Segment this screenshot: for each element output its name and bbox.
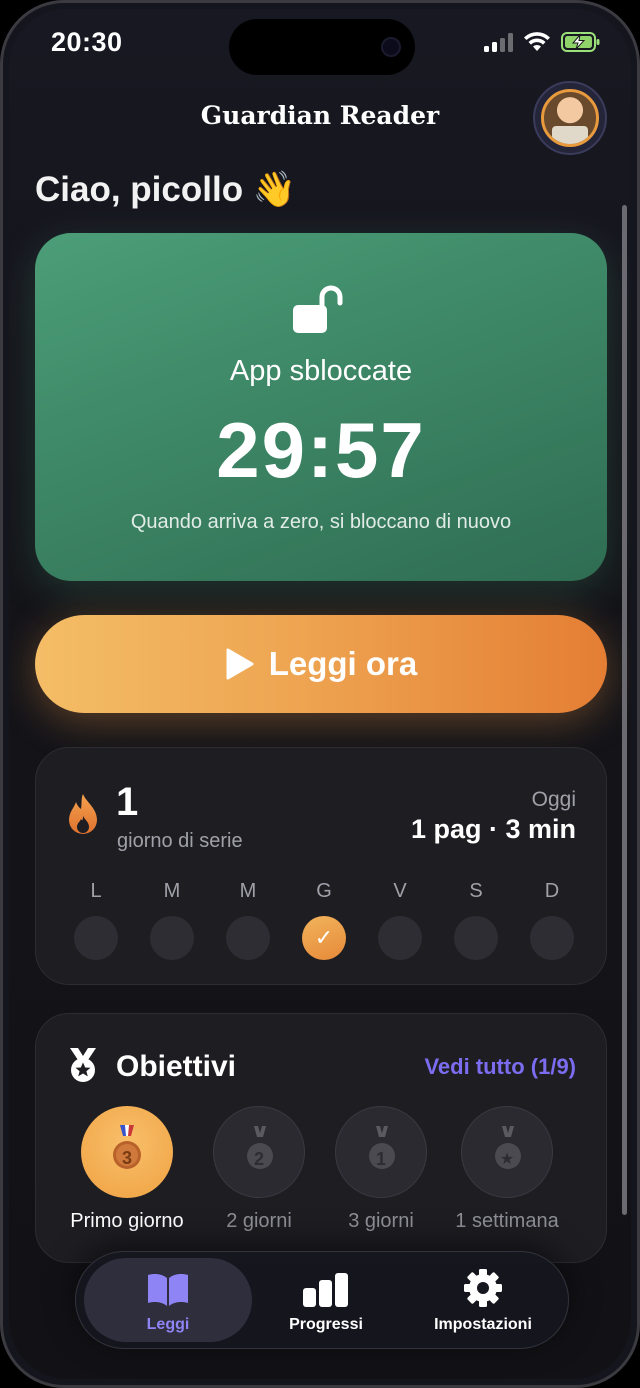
tab-label: Impostazioni — [434, 1316, 532, 1333]
bar-chart-icon — [303, 1273, 348, 1307]
day-letter: M — [163, 880, 181, 902]
see-all-goals-link[interactable]: Vedi tutto (1/9) — [424, 1054, 576, 1080]
day-item: L — [74, 880, 118, 960]
badge-one-week[interactable]: ★ 1 settimana — [442, 1106, 572, 1233]
greeting: Ciao, picollo 👋 — [35, 170, 297, 209]
unlock-card: App sbloccate 29:57 Quando arriva a zero… — [35, 233, 607, 581]
medal-icon — [70, 1048, 96, 1082]
streak-card: 1 giorno di serie Oggi 1 pag · 3 min L M… — [35, 747, 607, 985]
scrollbar[interactable] — [622, 205, 627, 1215]
goals-card: Obiettivi Vedi tutto (1/9) 3 Primo giorn… — [35, 1013, 607, 1263]
unlock-timer: 29:57 — [216, 406, 426, 494]
badge-two-days[interactable]: 2 2 giorni — [194, 1106, 324, 1233]
badge-three-days[interactable]: 1 3 giorni — [316, 1106, 446, 1233]
week-tracker: L M M G ✓ V S D — [74, 880, 574, 960]
tab-progress[interactable]: Progressi — [246, 1258, 406, 1342]
badge-label: 3 giorni — [348, 1210, 414, 1232]
day-item: G ✓ — [302, 880, 346, 960]
day-dot — [378, 916, 422, 960]
badge-circle: ★ — [461, 1106, 553, 1198]
day-dot-completed: ✓ — [302, 916, 346, 960]
cellular-signal-icon — [484, 32, 513, 52]
day-letter: M — [239, 880, 257, 902]
unlock-hint: Quando arriva a zero, si bloccano di nuo… — [130, 511, 512, 533]
avatar-photo — [541, 89, 599, 147]
day-letter: L — [90, 880, 102, 902]
badge-number: 3 — [121, 1148, 132, 1168]
app-screen: 20:30 Guardian Reader Ciao, picollo 👋 Ap… — [9, 9, 631, 1379]
status-time: 20:30 — [51, 27, 123, 57]
flame-icon — [69, 794, 97, 834]
day-item: M — [226, 880, 270, 960]
phone-frame: 20:30 Guardian Reader Ciao, picollo 👋 Ap… — [0, 0, 640, 1388]
day-letter: V — [393, 880, 407, 902]
day-dot — [454, 916, 498, 960]
day-dot — [226, 916, 270, 960]
badge-first-day[interactable]: 3 Primo giorno — [62, 1106, 192, 1233]
badge-circle: 1 — [335, 1106, 427, 1198]
profile-avatar[interactable] — [533, 81, 607, 155]
badge-label: 1 settimana — [455, 1210, 559, 1232]
day-dot — [530, 916, 574, 960]
streak-label: giorno di serie — [117, 830, 243, 852]
day-dot — [150, 916, 194, 960]
goals-title: Obiettivi — [116, 1050, 237, 1083]
today-value: 1 pag · 3 min — [410, 814, 576, 844]
dynamic-island — [229, 19, 415, 75]
day-item: S — [454, 880, 498, 960]
read-now-label: Leggi ora — [268, 645, 418, 682]
wifi-icon — [524, 32, 550, 51]
day-item: M — [150, 880, 194, 960]
badge-label: Primo giorno — [70, 1210, 184, 1232]
tab-label: Progressi — [289, 1316, 363, 1333]
tab-read[interactable]: Leggi — [84, 1258, 252, 1342]
badge-circle: 2 — [213, 1106, 305, 1198]
day-item: V — [378, 880, 422, 960]
tab-settings[interactable]: Impostazioni — [408, 1258, 558, 1342]
battery-charging-icon — [561, 32, 600, 52]
book-icon — [148, 1274, 188, 1306]
day-letter: S — [469, 880, 483, 902]
day-item: D — [530, 880, 574, 960]
badge-number: 1 — [375, 1149, 386, 1169]
tab-bar: Leggi Progressi Impostazioni — [75, 1251, 569, 1349]
read-now-button[interactable]: Leggi ora — [35, 615, 607, 713]
streak-count: 1 — [116, 780, 139, 824]
badge-number: ★ — [499, 1151, 515, 1168]
today-label: Oggi — [531, 788, 576, 811]
day-dot — [74, 916, 118, 960]
unlock-label: App sbloccate — [229, 355, 413, 387]
badge-circle: 3 — [81, 1106, 173, 1198]
day-letter: D — [544, 880, 560, 902]
badge-number: 2 — [253, 1149, 264, 1169]
unlocked-padlock-icon — [293, 285, 343, 333]
tab-label: Leggi — [146, 1316, 190, 1333]
status-indicators — [484, 31, 601, 53]
day-letter: G — [316, 880, 332, 902]
gear-icon — [464, 1269, 502, 1307]
badge-label: 2 giorni — [226, 1210, 292, 1232]
play-icon — [226, 648, 254, 680]
